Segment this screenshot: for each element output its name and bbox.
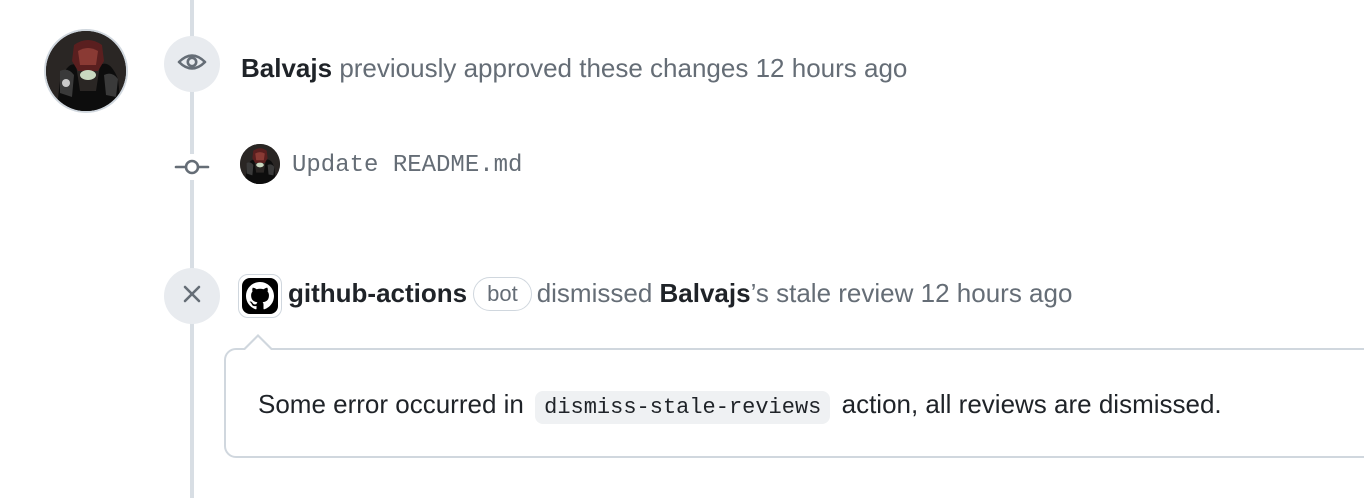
eye-icon bbox=[177, 51, 207, 78]
approved-timestamp-link[interactable]: 12 hours ago bbox=[756, 53, 908, 83]
reviewer-name-link[interactable]: Balvajs bbox=[241, 53, 332, 83]
approved-text: previously approved these changes bbox=[339, 53, 749, 83]
git-commit-icon bbox=[174, 154, 210, 180]
commit-author-avatar[interactable] bbox=[240, 144, 280, 184]
dismissed-timestamp-link[interactable]: 12 hours ago bbox=[921, 278, 1073, 308]
github-actions-avatar[interactable] bbox=[238, 274, 282, 318]
avatar-image bbox=[46, 31, 126, 111]
review-event-badge bbox=[164, 36, 220, 92]
inline-code: dismiss-stale-reviews bbox=[535, 391, 831, 424]
comment-text-after: action, all reviews are dismissed. bbox=[841, 389, 1222, 419]
dismissed-event-badge bbox=[164, 268, 220, 324]
comment-text-before: Some error occurred in bbox=[258, 389, 524, 419]
target-user-link[interactable]: Balvajs bbox=[660, 278, 751, 308]
comment-pointer-fill bbox=[245, 337, 271, 350]
stale-review-text: ’s stale review bbox=[750, 278, 914, 308]
comment-body: Some error occurred in dismiss-stale-rev… bbox=[258, 385, 1222, 427]
bot-badge: bot bbox=[473, 277, 532, 311]
approved-event: Balvajs previously approved these change… bbox=[241, 52, 907, 84]
avatar-image bbox=[240, 144, 280, 184]
commit-message-link[interactable]: Update README.md bbox=[292, 151, 522, 181]
dismissed-event: github-actions bot dismissed Balvajs’s sta… bbox=[288, 277, 1072, 311]
reviewer-avatar[interactable] bbox=[44, 29, 128, 113]
actor-name-link[interactable]: github-actions bbox=[288, 278, 467, 308]
dismissed-action-text: dismissed bbox=[536, 278, 653, 308]
github-logo-icon bbox=[242, 278, 278, 314]
x-icon bbox=[182, 284, 202, 309]
